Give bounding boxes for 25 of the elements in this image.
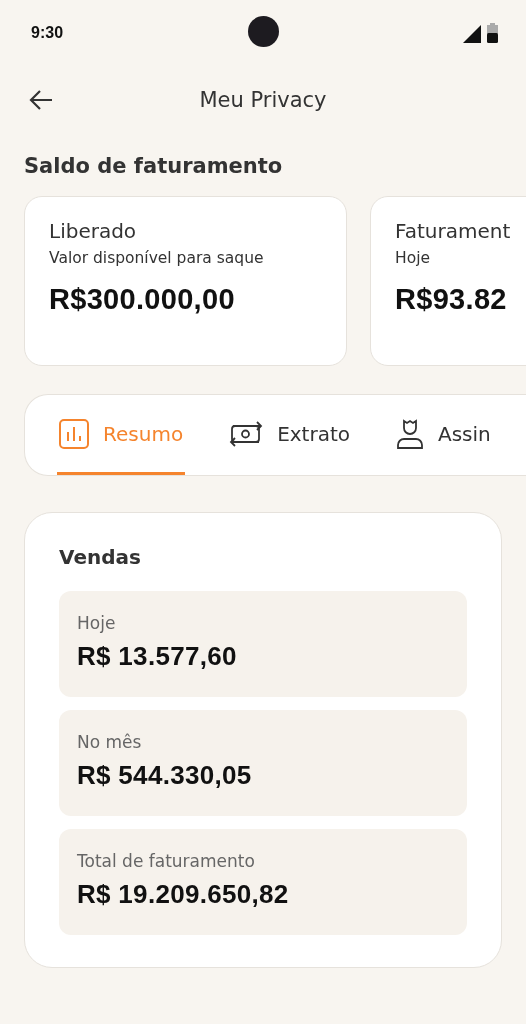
stat-label: Hoje xyxy=(77,613,116,633)
tab[interactable]: Extrato xyxy=(229,395,352,475)
sales-title: Vendas xyxy=(59,545,142,569)
cash-transfer-icon xyxy=(229,420,264,447)
bar-chart-icon xyxy=(59,418,89,449)
battery-icon xyxy=(487,23,498,43)
signal-icon xyxy=(463,25,481,43)
tab[interactable]: Assin xyxy=(396,395,493,475)
card-subtitle: Valor disponível para saque xyxy=(49,249,264,267)
card-label: Liberado xyxy=(49,219,137,243)
camera-cutout xyxy=(248,16,279,47)
section-title: Saldo de faturamento xyxy=(24,154,284,178)
card-label: Faturament xyxy=(395,219,511,243)
card-subtitle: Hoje xyxy=(395,249,430,267)
balance-amount: R$93.82 xyxy=(395,283,507,316)
stat-label: No mês xyxy=(77,732,142,752)
status-time: 9:30 xyxy=(31,24,64,42)
page-title: Meu Privacy xyxy=(199,88,327,112)
stat-value: R$ 13.577,60 xyxy=(77,641,237,672)
balance-amount: R$300.000,00 xyxy=(49,283,235,316)
stat-value: R$ 544.330,05 xyxy=(77,760,252,791)
stat-value: R$ 19.209.650,82 xyxy=(77,879,289,910)
stat-label: Total de faturamento xyxy=(77,851,255,871)
crowned-person-icon xyxy=(396,418,424,449)
back-arrow-icon xyxy=(28,88,54,112)
